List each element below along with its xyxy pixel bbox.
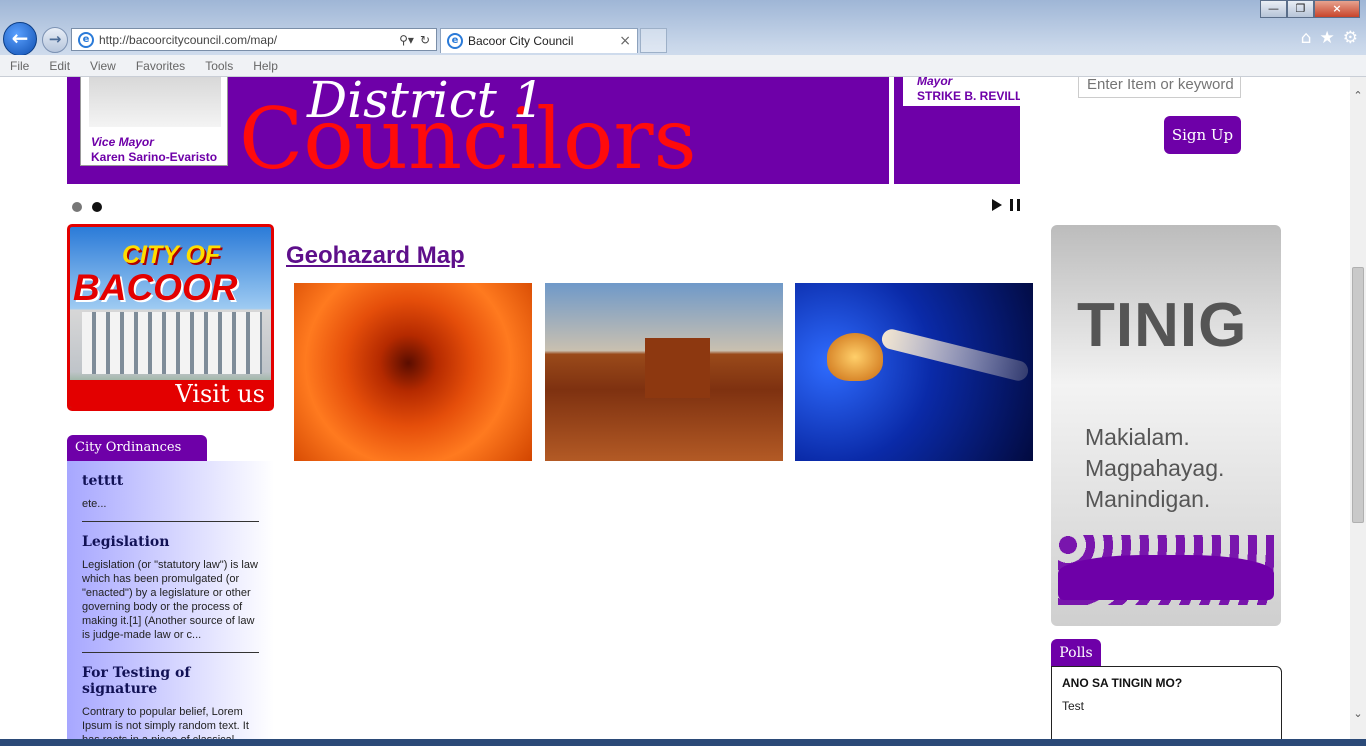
settings-gear-icon[interactable]: ⚙ [1343, 28, 1358, 48]
jellyfish-tentacles [879, 327, 1031, 383]
refresh-icon[interactable]: ↻ [420, 33, 430, 47]
crowd-silhouette-base [1058, 555, 1274, 600]
visit-bacoor-banner[interactable]: CITY OF BACOOR Visit us [67, 224, 274, 411]
vertical-scrollbar[interactable]: ⌃ ⌄ [1350, 77, 1366, 739]
menu-view[interactable]: View [90, 59, 116, 73]
minimize-button[interactable]: — [1260, 0, 1287, 18]
ordinance-title[interactable]: For Testing of signature [82, 665, 259, 697]
scroll-up-icon[interactable]: ⌃ [1350, 89, 1366, 107]
sign-up-button[interactable]: Sign Up [1164, 116, 1241, 154]
ordinance-excerpt: ete... [82, 498, 107, 510]
menu-edit[interactable]: Edit [49, 59, 70, 73]
vice-mayor-name: Karen Sarino-Evaristo [91, 150, 218, 164]
polls-tab[interactable]: Polls [1051, 639, 1101, 667]
jellyfish-bell [827, 333, 883, 381]
tinig-line-1: Makialam. [1085, 424, 1190, 450]
vice-mayor-photo [89, 77, 221, 127]
window-controls: — ❐ × [1260, 0, 1360, 18]
mayor-role: Mayor [917, 77, 953, 88]
slider-dot-2-active[interactable] [92, 202, 102, 212]
ie-icon: e [78, 31, 94, 48]
menu-bar: File Edit View Favorites Tools Help [0, 55, 1366, 77]
menu-file[interactable]: File [10, 59, 29, 73]
favorites-star-icon[interactable]: ★ [1320, 28, 1335, 48]
vice-mayor-role: Vice Mayor [91, 135, 154, 149]
back-button[interactable]: ← [3, 22, 37, 56]
ordinance-excerpt: Legislation (or "statutory law") is law … [82, 559, 258, 641]
menu-help[interactable]: Help [253, 59, 278, 73]
address-bar[interactable]: e http://bacoorcitycouncil.com/map/ ⚲▾ ↻ [71, 28, 437, 51]
taskbar [0, 739, 1366, 746]
browser-chrome: ← → e http://bacoorcitycouncil.com/map/ … [0, 0, 1366, 77]
menu-tools[interactable]: Tools [205, 59, 233, 73]
maximize-button[interactable]: ❐ [1287, 0, 1314, 18]
tinig-banner[interactable]: TINIG Makialam. Magpahayag. Manindigan. [1051, 225, 1281, 626]
ordinance-item: For Testing of signature Contrary to pop… [82, 653, 259, 739]
vice-mayor-card: Vice Mayor Karen Sarino-Evaristo [80, 77, 228, 166]
butte-shape [645, 338, 710, 398]
tab-title: Bacoor City Council [468, 34, 574, 48]
city-ordinances-list: tetttt ete... Legislation Legislation (o… [67, 461, 274, 739]
tab-active[interactable]: e Bacoor City Council × [440, 28, 638, 53]
page-viewport: Vice Mayor Karen Sarino-Evaristo Council… [0, 77, 1350, 739]
ordinance-item: tetttt ete... [82, 461, 259, 522]
tinig-line-2: Magpahayag. [1085, 455, 1225, 481]
visit-banner-bacoor: BACOOR [73, 267, 238, 308]
forward-button[interactable]: → [42, 27, 68, 53]
banner-divider [889, 77, 894, 184]
poll-option[interactable]: Test [1062, 699, 1271, 713]
ordinance-item: Legislation Legislation (or "statutory l… [82, 522, 259, 653]
visit-banner-city-of: CITY OF [122, 241, 221, 269]
slider-dot-1[interactable] [72, 202, 82, 212]
scroll-down-icon[interactable]: ⌄ [1350, 707, 1366, 725]
city-ordinances-tab[interactable]: City Ordinances [67, 435, 207, 461]
tinig-line-3: Manindigan. [1085, 486, 1211, 512]
jellyfish-image[interactable] [795, 283, 1033, 461]
flower-image[interactable] [294, 283, 532, 461]
councilors-banner[interactable]: Vice Mayor Karen Sarino-Evaristo Council… [67, 77, 1020, 187]
new-tab-button[interactable] [640, 28, 667, 53]
ordinance-title[interactable]: tetttt [82, 473, 259, 489]
mayor-card: Mayor STRIKE B. REVILLA [903, 77, 1020, 106]
search-icon[interactable]: ⚲▾ [399, 33, 414, 47]
scrollbar-thumb[interactable] [1352, 267, 1364, 523]
ordinance-excerpt: Contrary to popular belief, Lorem Ipsum … [82, 706, 249, 739]
address-url[interactable]: http://bacoorcitycouncil.com/map/ [99, 33, 399, 47]
polls-panel: ANO SA TINGIN MO? Test [1051, 666, 1282, 739]
menu-favorites[interactable]: Favorites [136, 59, 185, 73]
visit-us-label: Visit us [70, 380, 271, 408]
city-hall-image [82, 312, 262, 374]
ordinance-title[interactable]: Legislation [82, 534, 259, 550]
home-icon[interactable]: ⌂ [1301, 28, 1312, 48]
close-tab-icon[interactable]: × [619, 33, 631, 49]
mayor-name: STRIKE B. REVILLA [917, 89, 1020, 103]
ie-icon: e [447, 33, 463, 49]
close-window-button[interactable]: × [1314, 0, 1360, 18]
page-title-link[interactable]: Geohazard Map [286, 242, 465, 270]
tinig-title: TINIG [1077, 291, 1248, 360]
district-heading: District 1 [307, 77, 545, 129]
play-icon[interactable] [992, 199, 1002, 211]
desert-image[interactable] [545, 283, 783, 461]
pause-icon[interactable] [1010, 199, 1020, 211]
search-input[interactable] [1078, 77, 1241, 98]
poll-question: ANO SA TINGIN MO? [1062, 676, 1183, 690]
browser-tools: ⌂ ★ ⚙ [1301, 28, 1358, 48]
